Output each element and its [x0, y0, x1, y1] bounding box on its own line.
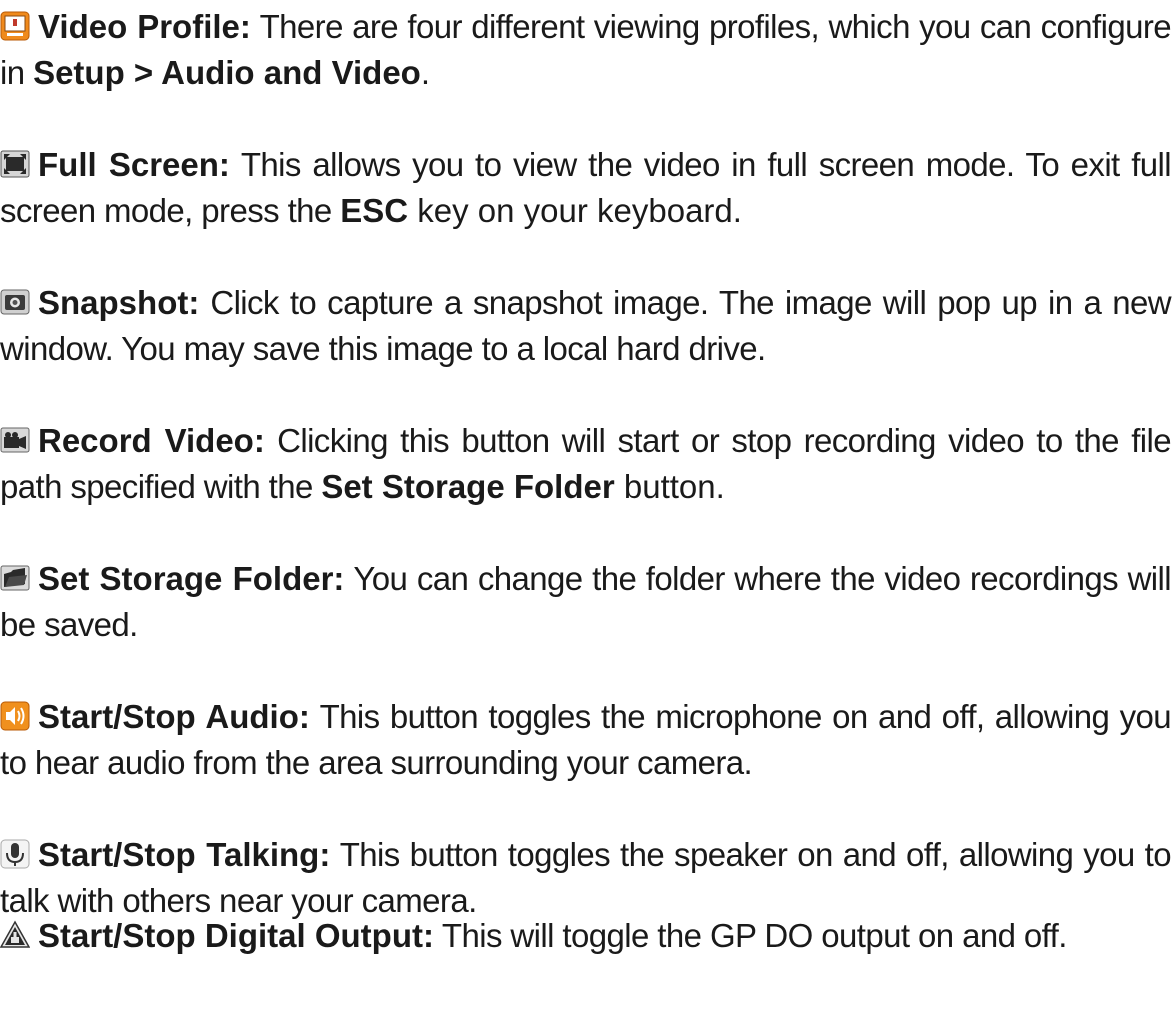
- term-label: Start/Stop Digital Output:: [38, 917, 434, 954]
- term-label: Snapshot:: [38, 284, 200, 321]
- record-video-icon: [0, 425, 30, 455]
- term-label: Set Storage Folder:: [38, 560, 345, 597]
- entry-start-stop-talking: Start/Stop Talking: This button toggles …: [0, 836, 1172, 919]
- entry-snapshot: Snapshot: Click to capture a snapshot im…: [0, 284, 1172, 367]
- term-label: Full Screen:: [38, 146, 230, 183]
- full-screen-icon: [0, 149, 30, 179]
- entry-video-profile: Video Profile: There are four different …: [0, 8, 1172, 91]
- microphone-icon: [0, 839, 30, 869]
- term-label: Record Video:: [38, 422, 265, 459]
- entry-start-stop-digital-output: Start/Stop Digital Output: This will tog…: [0, 913, 1175, 959]
- speaker-icon: [0, 701, 30, 731]
- term-label: Start/Stop Talking:: [38, 836, 331, 873]
- term-label: Start/Stop Audio:: [38, 698, 310, 735]
- entry-start-stop-audio: Start/Stop Audio: This button toggles th…: [0, 698, 1172, 781]
- snapshot-icon: [0, 287, 30, 317]
- term-label: Video Profile:: [38, 8, 251, 45]
- entry-full-screen: Full Screen: This allows you to view the…: [0, 146, 1172, 229]
- entry-record-video: Record Video: Clicking this button will …: [0, 422, 1172, 505]
- document-page: Video Profile: There are four different …: [0, 0, 1175, 1025]
- folder-icon: [0, 563, 30, 593]
- digital-output-icon: [0, 920, 30, 950]
- entry-set-storage-folder: Set Storage Folder: You can change the f…: [0, 560, 1172, 643]
- video-profile-icon: [0, 11, 30, 41]
